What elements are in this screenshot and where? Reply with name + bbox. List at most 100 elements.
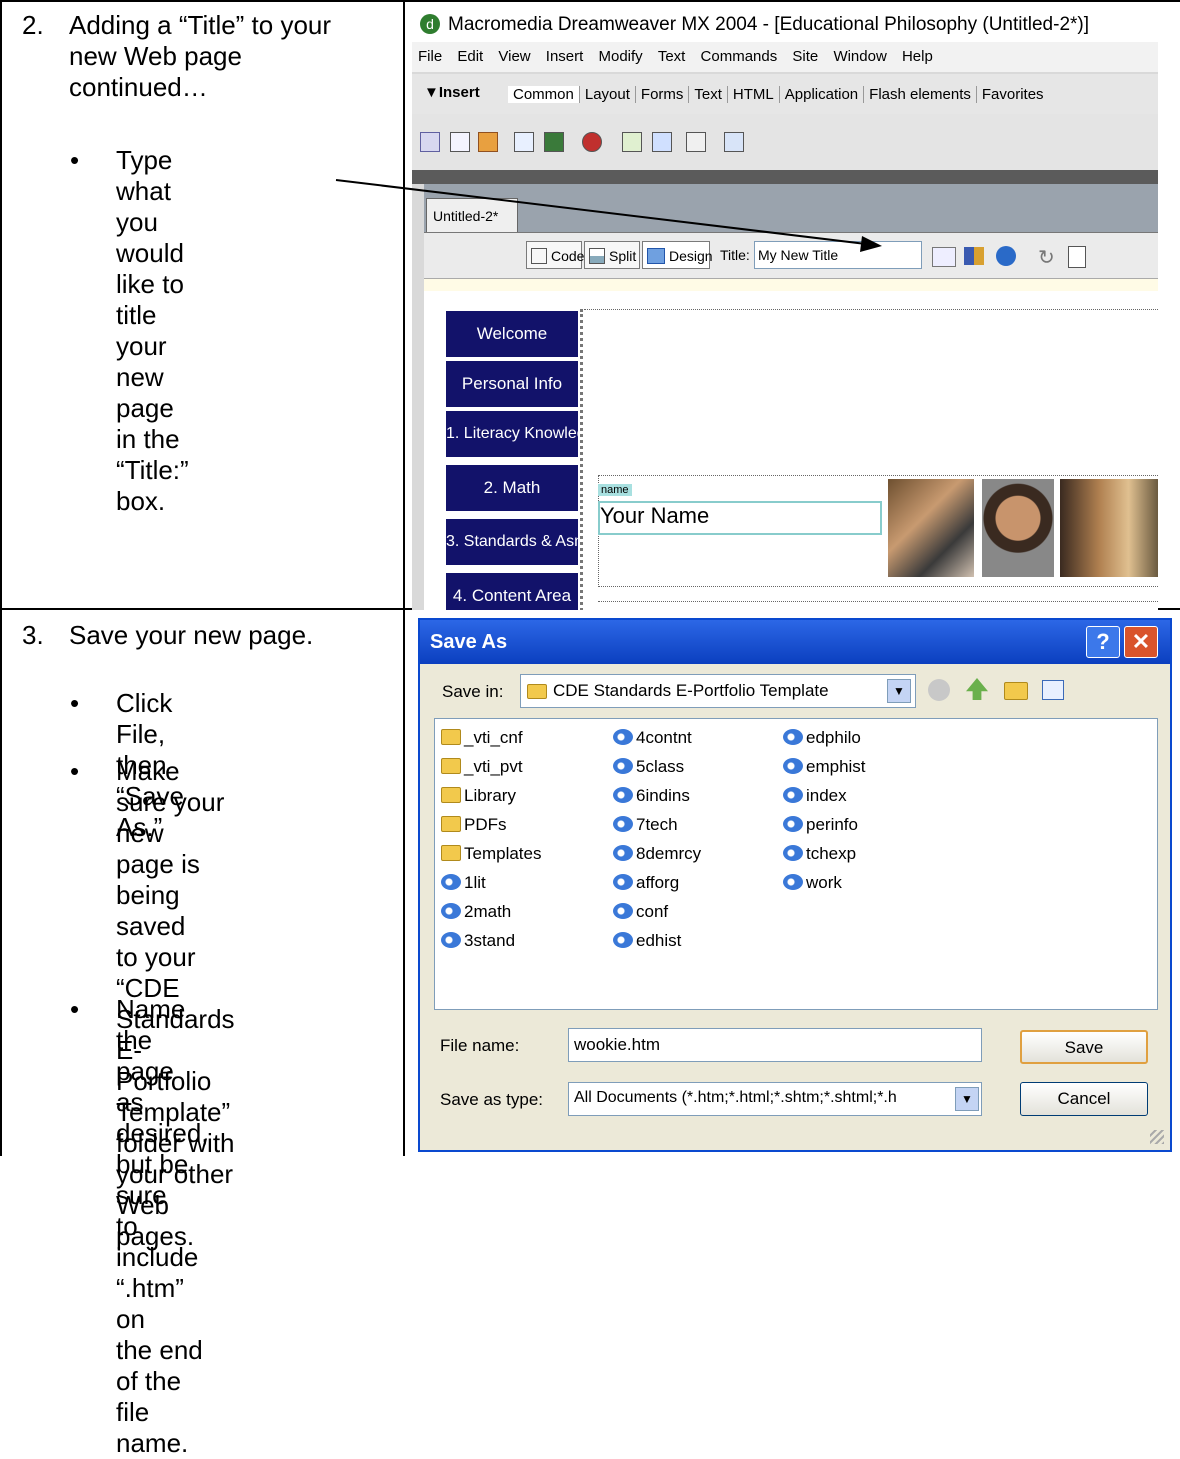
- menu-file[interactable]: File: [418, 48, 442, 65]
- email-link-icon[interactable]: [450, 132, 470, 152]
- menu-edit[interactable]: Edit: [457, 48, 483, 65]
- preview-browser-icon[interactable]: [996, 246, 1016, 266]
- file-name: edphilo: [806, 728, 861, 747]
- refresh-icon[interactable]: ↻: [1038, 245, 1055, 270]
- bullet-line: Type what you: [116, 145, 173, 237]
- tab-layout[interactable]: Layout: [580, 86, 636, 103]
- nav-button-literacy-knowledge[interactable]: 1. Literacy Knowledge: [446, 411, 578, 457]
- file-name-input[interactable]: wookie.htm: [568, 1028, 982, 1062]
- insert-bar-toggle[interactable]: ▼Insert: [424, 84, 480, 101]
- title-input[interactable]: My New Title: [754, 241, 922, 269]
- save-type-dropdown[interactable]: All Documents (*.htm;*.html;*.shtm;*.sht…: [568, 1082, 982, 1116]
- chevron-down-icon[interactable]: ▼: [887, 679, 911, 703]
- tab-forms[interactable]: Forms: [636, 86, 690, 103]
- validate-icon[interactable]: [932, 247, 956, 267]
- tag-chooser-icon[interactable]: [724, 132, 744, 152]
- list-item[interactable]: work: [783, 872, 842, 894]
- list-item[interactable]: 5class: [613, 756, 684, 778]
- insert-icons-row: [412, 114, 1158, 170]
- tab-application[interactable]: Application: [780, 86, 865, 103]
- menu-site[interactable]: Site: [792, 48, 818, 65]
- list-item[interactable]: edphilo: [783, 727, 861, 749]
- back-icon[interactable]: [928, 679, 950, 701]
- nav-button-content-area[interactable]: 4. Content Area: [446, 573, 578, 610]
- list-item[interactable]: Library: [441, 785, 516, 807]
- tab-text[interactable]: Text: [689, 86, 728, 103]
- resize-grip-icon[interactable]: [1150, 1130, 1164, 1144]
- document-tab[interactable]: Untitled-2*: [426, 198, 518, 233]
- close-button[interactable]: ✕: [1124, 626, 1158, 658]
- list-item[interactable]: edhist: [613, 930, 681, 952]
- file-management-icon[interactable]: [964, 247, 984, 265]
- tab-common[interactable]: Common: [508, 86, 580, 103]
- menu-view[interactable]: View: [498, 48, 530, 65]
- file-list[interactable]: _vti_cnf _vti_pvt Library PDFs Templates…: [434, 718, 1158, 1010]
- dreamweaver-window: d Macromedia Dreamweaver MX 2004 - [Educ…: [412, 8, 1158, 610]
- list-item[interactable]: Templates: [441, 843, 541, 865]
- save-in-value: CDE Standards E-Portfolio Template: [553, 681, 829, 700]
- design-view-button[interactable]: Design: [642, 241, 713, 269]
- template-icon[interactable]: [686, 132, 706, 152]
- up-folder-icon[interactable]: [966, 678, 988, 700]
- date-icon[interactable]: [622, 132, 642, 152]
- list-item[interactable]: 8demrcy: [613, 843, 701, 865]
- list-item[interactable]: afforg: [613, 872, 679, 894]
- cancel-button[interactable]: Cancel: [1020, 1082, 1148, 1116]
- image-icon[interactable]: [582, 132, 602, 152]
- tab-favorites[interactable]: Favorites: [977, 86, 1049, 103]
- list-item[interactable]: 4contnt: [613, 727, 692, 749]
- document-toolbar: Code Split Design Title: My New Title ↻: [424, 232, 1158, 279]
- hyperlink-icon[interactable]: [420, 132, 440, 152]
- bullet-line: page is being saved: [116, 849, 200, 941]
- table-icon[interactable]: [514, 132, 534, 152]
- nav-button-math-knowledge[interactable]: 2. Math Knowledge: [446, 465, 578, 543]
- views-menu-icon[interactable]: [1042, 680, 1064, 700]
- list-item[interactable]: tchexp: [783, 843, 856, 865]
- list-item[interactable]: 3stand: [441, 930, 515, 952]
- menu-insert[interactable]: Insert: [546, 48, 584, 65]
- view-options-icon[interactable]: [1068, 246, 1086, 268]
- nav-button-personal-info[interactable]: Personal Info: [446, 361, 578, 407]
- html-file-icon: [441, 874, 461, 890]
- file-name: PDFs: [464, 815, 507, 834]
- list-item[interactable]: 2math: [441, 901, 511, 923]
- nav-button-welcome[interactable]: Welcome: [446, 311, 578, 357]
- list-item[interactable]: emphist: [783, 756, 866, 778]
- list-item[interactable]: 7tech: [613, 814, 678, 836]
- menu-commands[interactable]: Commands: [701, 48, 778, 65]
- tab-flash-elements[interactable]: Flash elements: [864, 86, 977, 103]
- split-view-button[interactable]: Split: [584, 241, 640, 269]
- comment-icon[interactable]: [652, 132, 672, 152]
- bullet-line: “Title:” box.: [116, 455, 189, 516]
- name-region-tag: name: [598, 484, 632, 496]
- tab-html[interactable]: HTML: [728, 86, 780, 103]
- save-in-dropdown[interactable]: CDE Standards E-Portfolio Template ▼: [520, 674, 916, 708]
- html-file-icon: [783, 816, 803, 832]
- named-anchor-icon[interactable]: [478, 132, 498, 152]
- help-button[interactable]: ?: [1086, 626, 1120, 658]
- list-item[interactable]: PDFs: [441, 814, 507, 836]
- menu-window[interactable]: Window: [833, 48, 886, 65]
- chevron-down-icon[interactable]: ▼: [955, 1087, 979, 1111]
- list-item[interactable]: index: [783, 785, 847, 807]
- list-item[interactable]: 6indins: [613, 785, 690, 807]
- html-file-icon: [783, 758, 803, 774]
- nav-button-standards-asmnt[interactable]: 3. Standards & Asmnt: [446, 519, 578, 565]
- list-item[interactable]: perinfo: [783, 814, 858, 836]
- new-folder-icon[interactable]: [1004, 682, 1028, 700]
- layer-icon[interactable]: [544, 132, 564, 152]
- list-item[interactable]: 1lit: [441, 872, 486, 894]
- list-item[interactable]: _vti_cnf: [441, 727, 523, 749]
- list-item[interactable]: conf: [613, 901, 668, 923]
- menu-help[interactable]: Help: [902, 48, 933, 65]
- code-view-button[interactable]: Code: [526, 241, 584, 269]
- html-file-icon: [783, 874, 803, 890]
- menu-modify[interactable]: Modify: [598, 48, 642, 65]
- save-button[interactable]: Save: [1020, 1030, 1148, 1064]
- menu-text[interactable]: Text: [658, 48, 686, 65]
- layout-divider: [584, 309, 1158, 310]
- name-editable-region[interactable]: Your Name: [598, 501, 882, 535]
- layout-column-edge: [580, 309, 583, 610]
- photo-classroom: [1060, 479, 1158, 577]
- list-item[interactable]: _vti_pvt: [441, 756, 523, 778]
